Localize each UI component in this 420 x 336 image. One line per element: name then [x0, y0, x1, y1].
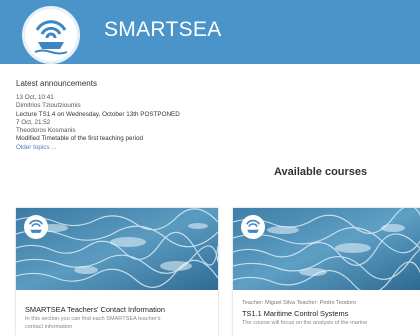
announcement-title-link[interactable]: Modified Timetable of the first teaching… [16, 135, 316, 143]
site-brand-name[interactable]: SMARTSEA [104, 18, 222, 42]
announcement-date: 7 Oct, 21:52 [16, 118, 51, 126]
smartsea-logo-icon[interactable] [22, 6, 80, 64]
course-card[interactable]: Teacher: Miguel Silva Teacher: Pedro Teo… [233, 208, 420, 336]
course-cover-image[interactable] [16, 208, 218, 290]
latest-announcements: Latest announcements 13 Oct, 10:41 Dimit… [16, 79, 316, 152]
announcement-author[interactable]: Theodoros Kosmanis [16, 127, 316, 135]
announcements-heading: Latest announcements [16, 79, 97, 88]
course-title-link[interactable]: SMARTSEA Teachers' Contact Information [25, 305, 165, 314]
announcement-title-link[interactable]: Lecture TS1.4 on Wednesday, October 13th… [16, 111, 316, 119]
course-logo-icon [241, 215, 265, 239]
course-description: In this section you can find each SMARTS… [25, 316, 161, 330]
course-title-link[interactable]: TS1.1 Maritime Control Systems [242, 309, 348, 318]
site-header: SMARTSEA [0, 0, 420, 64]
announcement-date: 13 Oct, 10:41 [16, 94, 54, 101]
course-cover-image[interactable] [233, 208, 420, 290]
older-topics-link[interactable]: Older topics ... [16, 144, 316, 152]
available-courses-heading: Available courses [274, 166, 368, 178]
course-teachers[interactable]: Teacher: Miguel Silva Teacher: Pedro Teo… [242, 300, 356, 306]
course-logo-icon [24, 215, 48, 239]
course-card[interactable]: SMARTSEA Teachers' Contact Information I… [16, 208, 218, 336]
course-description: The course will focus on the analysis of… [242, 320, 368, 326]
announcement-author[interactable]: Dimitrios Tzioutzioumis [16, 102, 316, 110]
